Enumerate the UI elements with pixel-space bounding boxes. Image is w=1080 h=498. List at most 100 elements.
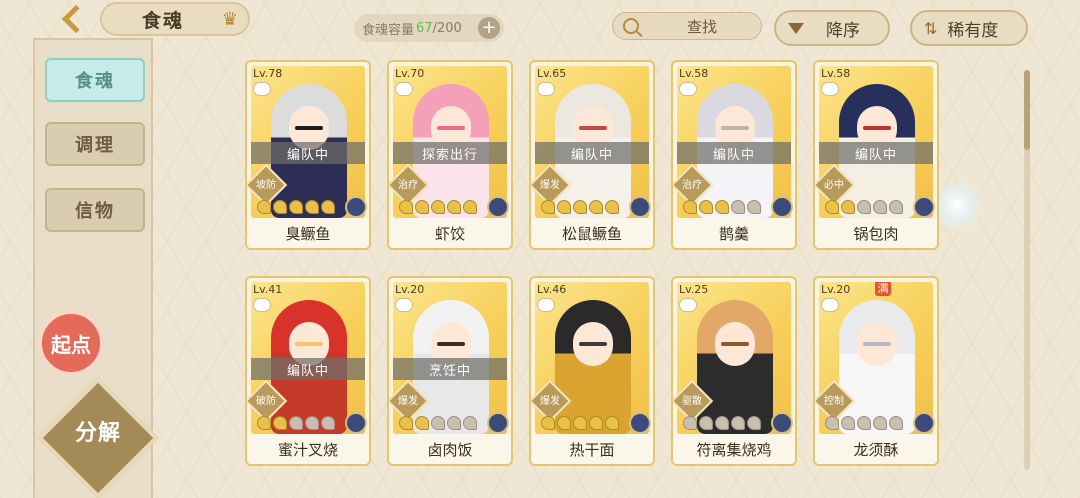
star-icon bbox=[873, 200, 887, 214]
food-soul-card[interactable]: Lv.20 满控制 龙须酥 bbox=[813, 276, 939, 466]
dish-icon bbox=[537, 298, 555, 312]
card-level: Lv.65 bbox=[537, 67, 567, 80]
card-name: 锅包肉 bbox=[815, 218, 937, 248]
food-soul-card[interactable]: Lv.46 爆发 热干面 bbox=[529, 276, 655, 466]
card-level: Lv.20 bbox=[821, 283, 851, 296]
star-rating bbox=[825, 200, 903, 214]
role-label: 破防 bbox=[256, 396, 276, 407]
capacity-expand-button[interactable]: + bbox=[478, 17, 500, 39]
star-rating bbox=[825, 416, 903, 430]
star-icon bbox=[715, 200, 729, 214]
star-icon bbox=[289, 416, 303, 430]
star-rating bbox=[683, 200, 761, 214]
role-label: 驱散 bbox=[682, 396, 702, 407]
star-icon bbox=[431, 416, 445, 430]
card-status: 探索出行 bbox=[393, 142, 507, 164]
dish-icon bbox=[821, 298, 839, 312]
star-icon bbox=[305, 200, 319, 214]
star-rating bbox=[257, 200, 335, 214]
role-label: 治疗 bbox=[682, 180, 702, 191]
food-soul-card[interactable]: Lv.78 编队中 坡防 臭鳜鱼 bbox=[245, 60, 371, 250]
card-name: 热干面 bbox=[531, 434, 653, 464]
star-icon bbox=[415, 416, 429, 430]
character-accent bbox=[863, 342, 891, 346]
star-icon bbox=[463, 416, 477, 430]
character-accent bbox=[437, 126, 465, 130]
tab-food-souls-label: 食魂 bbox=[75, 71, 115, 92]
capacity-current: 67 bbox=[416, 20, 433, 36]
capacity-total: /200 bbox=[432, 20, 462, 36]
tab-cooking[interactable]: 调理 bbox=[45, 122, 145, 166]
role-label: 治疗 bbox=[398, 180, 418, 191]
dish-icon bbox=[537, 82, 555, 96]
card-level: Lv.46 bbox=[537, 283, 567, 296]
star-icon bbox=[557, 200, 571, 214]
sort-swap-icon: ⇅ bbox=[924, 18, 938, 38]
card-level: Lv.20 bbox=[395, 283, 425, 296]
star-icon bbox=[557, 416, 571, 430]
card-name: 蜜汁叉烧 bbox=[247, 434, 369, 464]
food-soul-card[interactable]: Lv.58 编队中 治疗 鹊羹 bbox=[671, 60, 797, 250]
card-name: 鹊羹 bbox=[673, 218, 795, 248]
start-button[interactable]: 起点 bbox=[38, 310, 104, 376]
back-button[interactable] bbox=[44, 4, 100, 34]
star-icon bbox=[873, 416, 887, 430]
star-icon bbox=[747, 416, 761, 430]
food-soul-card[interactable]: Lv.58 编队中 必中 锅包肉 bbox=[813, 60, 939, 250]
food-soul-card[interactable]: Lv.65 编队中 爆发 松鼠鳜鱼 bbox=[529, 60, 655, 250]
star-icon bbox=[699, 416, 713, 430]
card-status: 烹饪中 bbox=[393, 358, 507, 380]
page-title-label: 食魂 bbox=[142, 9, 185, 32]
element-gem-icon bbox=[629, 412, 651, 434]
card-status: 编队中 bbox=[819, 142, 933, 164]
dish-icon bbox=[395, 298, 413, 312]
card-status: 编队中 bbox=[251, 358, 365, 380]
sort-rarity-button[interactable]: ⇅ 稀有度 bbox=[910, 10, 1028, 46]
star-icon bbox=[747, 200, 761, 214]
card-level: Lv.78 bbox=[253, 67, 283, 80]
element-gem-icon bbox=[345, 196, 367, 218]
top-bar: 食魂 ♛ 食魂容量 67 /200 + 查找 降序 ⇅ 稀有度 bbox=[0, 0, 1080, 46]
star-icon bbox=[447, 200, 461, 214]
character-accent bbox=[295, 126, 323, 130]
food-soul-card[interactable]: Lv.41 编队中破防蜜汁叉烧 bbox=[245, 276, 371, 466]
food-soul-card[interactable]: Lv.25 驱散 符离集烧鸡 bbox=[671, 276, 797, 466]
dish-icon bbox=[679, 298, 697, 312]
star-icon bbox=[541, 416, 555, 430]
tab-tokens[interactable]: 信物 bbox=[45, 188, 145, 232]
role-label: 爆发 bbox=[540, 180, 560, 191]
character-accent bbox=[437, 342, 465, 346]
tab-food-souls[interactable]: 食魂 bbox=[45, 58, 145, 102]
dish-icon bbox=[395, 82, 413, 96]
star-icon bbox=[257, 416, 271, 430]
character-accent bbox=[721, 342, 749, 346]
scrollbar[interactable] bbox=[1024, 70, 1030, 470]
star-icon bbox=[399, 416, 413, 430]
scrollbar-thumb[interactable] bbox=[1024, 70, 1030, 150]
star-icon bbox=[857, 200, 871, 214]
search-icon bbox=[623, 18, 639, 34]
star-icon bbox=[825, 416, 839, 430]
star-icon bbox=[447, 416, 461, 430]
element-gem-icon bbox=[487, 412, 509, 434]
star-icon bbox=[589, 416, 603, 430]
star-icon bbox=[573, 416, 587, 430]
card-name: 松鼠鳜鱼 bbox=[531, 218, 653, 248]
search-button[interactable]: 查找 bbox=[612, 12, 762, 40]
card-level: Lv.41 bbox=[253, 283, 283, 296]
star-icon bbox=[825, 200, 839, 214]
search-label: 查找 bbox=[687, 17, 718, 36]
star-rating bbox=[257, 416, 335, 430]
star-icon bbox=[841, 200, 855, 214]
star-icon bbox=[289, 200, 303, 214]
role-label: 必中 bbox=[824, 180, 844, 191]
star-rating bbox=[541, 200, 619, 214]
element-gem-icon bbox=[771, 196, 793, 218]
food-soul-card[interactable]: Lv.70 探索出行 治疗 虾饺 bbox=[387, 60, 513, 250]
star-icon bbox=[699, 200, 713, 214]
tab-tokens-label: 信物 bbox=[75, 201, 115, 222]
food-soul-card[interactable]: Lv.20 烹饪中 爆发 卤肉饭 bbox=[387, 276, 513, 466]
sort-order-button[interactable]: 降序 bbox=[774, 10, 890, 46]
character-accent bbox=[579, 342, 607, 346]
role-label: 爆发 bbox=[398, 396, 418, 407]
